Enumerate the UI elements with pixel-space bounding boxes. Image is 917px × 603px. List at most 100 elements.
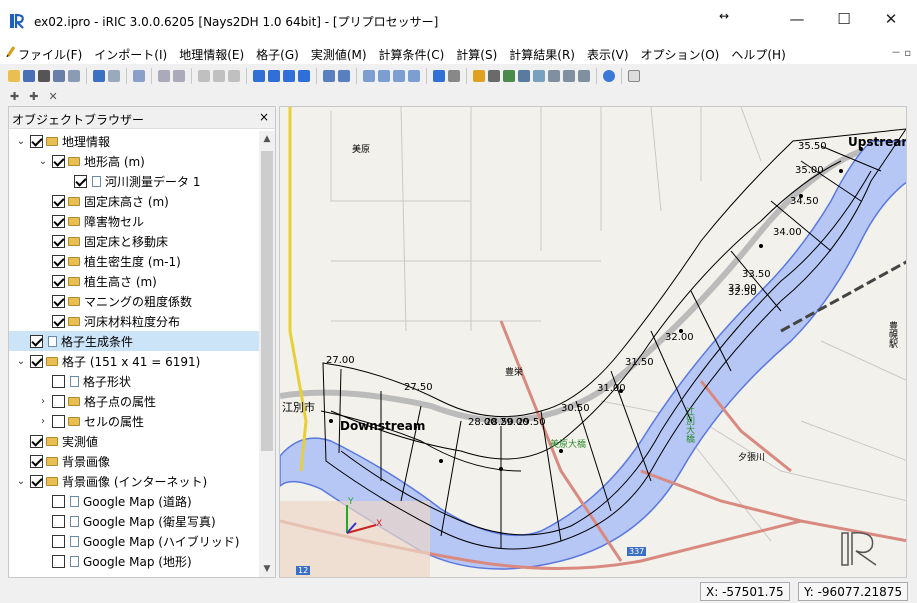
- tree-item[interactable]: › セルの属性: [9, 411, 259, 431]
- save-icon[interactable]: [23, 70, 35, 82]
- tree-checkbox[interactable]: [30, 474, 43, 488]
- tree-item[interactable]: Google Map (衛星写真): [9, 511, 259, 531]
- tree-item[interactable]: 格子生成条件: [9, 331, 259, 351]
- tree-item[interactable]: 植生密生度 (m-1): [9, 251, 259, 271]
- tree-item[interactable]: 固定床高さ (m): [9, 191, 259, 211]
- mdi-window-controls[interactable]: － ▫: [891, 44, 911, 59]
- tree-checkbox[interactable]: [52, 294, 65, 308]
- move-right-icon[interactable]: [268, 70, 280, 82]
- tree-checkbox[interactable]: [52, 154, 65, 168]
- menu-item[interactable]: ファイル(F): [18, 46, 82, 63]
- globe-icon[interactable]: [603, 70, 615, 82]
- tree-checkbox[interactable]: [30, 434, 43, 448]
- menu-item[interactable]: ヘルプ(H): [731, 46, 785, 63]
- add-point-icon[interactable]: ✚: [10, 90, 19, 103]
- zoom-width2-icon[interactable]: [378, 70, 390, 82]
- tree-item[interactable]: ⌄ 格子 (151 x 41 = 6191): [9, 351, 259, 371]
- zoom-out-icon[interactable]: [338, 70, 350, 82]
- tree-item[interactable]: 実測値: [9, 431, 259, 451]
- map-canvas[interactable]: 美原 豊栄 江別市 江別大橋 美原大橋 夕張川 豊幌駅 Upstream Dow…: [279, 106, 907, 578]
- tree-checkbox[interactable]: [52, 494, 65, 508]
- tree-item[interactable]: Google Map (地形): [9, 551, 259, 571]
- tree-item[interactable]: ⌄ 背景画像 (インターネット): [9, 471, 259, 491]
- edit-icon[interactable]: [473, 70, 485, 82]
- tree-checkbox[interactable]: [52, 514, 65, 528]
- menu-item[interactable]: 計算条件(C): [379, 46, 445, 63]
- tree-item[interactable]: ⌄ 地理情報: [9, 131, 259, 151]
- tree-item[interactable]: Google Map (道路): [9, 491, 259, 511]
- tree-item[interactable]: 固定床と移動床: [9, 231, 259, 251]
- tree-checkbox[interactable]: [52, 234, 65, 248]
- tree-item[interactable]: 河床材料粒度分布: [9, 311, 259, 331]
- scroll-up-arrow[interactable]: ▲: [259, 131, 275, 147]
- tree-checkbox[interactable]: [52, 274, 65, 288]
- tree-checkbox[interactable]: [52, 314, 65, 328]
- close-button[interactable]: ✕: [876, 8, 906, 32]
- menu-item[interactable]: インポート(I): [94, 46, 167, 63]
- stop-icon[interactable]: [448, 70, 460, 82]
- remove-point-icon[interactable]: ✕: [48, 90, 57, 103]
- open-folder-icon[interactable]: [8, 70, 20, 82]
- axis-z-icon[interactable]: [228, 70, 240, 82]
- view-3d-icon[interactable]: [173, 70, 185, 82]
- object-browser-close-button[interactable]: ×: [259, 110, 269, 124]
- tree-checkbox[interactable]: [52, 414, 65, 428]
- tree-checkbox[interactable]: [52, 194, 65, 208]
- tree-checkbox[interactable]: [30, 134, 43, 148]
- tree-checkbox[interactable]: [52, 214, 65, 228]
- tree-item[interactable]: ⌄ 地形高 (m): [9, 151, 259, 171]
- tree-item[interactable]: 背景画像: [9, 451, 259, 471]
- expand-down-icon[interactable]: ⌄: [15, 136, 27, 147]
- tree-item[interactable]: › 格子点の属性: [9, 391, 259, 411]
- contour-icon[interactable]: [488, 70, 500, 82]
- object-tree-scrollbar[interactable]: ▲ ▼: [259, 131, 275, 577]
- tree-checkbox[interactable]: [30, 334, 43, 348]
- undo-icon[interactable]: [93, 70, 105, 82]
- menu-item[interactable]: 実測値(M): [311, 46, 367, 63]
- tree-item[interactable]: 障害物セル: [9, 211, 259, 231]
- axis-y-icon[interactable]: [213, 70, 225, 82]
- view-xy-icon[interactable]: [158, 70, 170, 82]
- scroll-thumb[interactable]: [261, 151, 273, 451]
- properties-icon[interactable]: [68, 70, 80, 82]
- maximize-button[interactable]: ☐: [829, 8, 859, 32]
- copy-icon[interactable]: [53, 70, 65, 82]
- tree-checkbox[interactable]: [30, 454, 43, 468]
- graph-icon[interactable]: [548, 70, 560, 82]
- mouse-icon[interactable]: [628, 70, 640, 82]
- tree-item[interactable]: 格子形状: [9, 371, 259, 391]
- tree-item[interactable]: Google Map (ハイブリッド): [9, 531, 259, 551]
- scatter-icon[interactable]: [563, 70, 575, 82]
- move-down-icon[interactable]: [298, 70, 310, 82]
- move-arrows-icon[interactable]: ↔: [719, 9, 729, 23]
- expand-right-icon[interactable]: ›: [37, 416, 49, 427]
- arrow-icon[interactable]: [503, 70, 515, 82]
- expand-down-icon[interactable]: ⌄: [15, 356, 27, 367]
- tree-item[interactable]: 植生高さ (m): [9, 271, 259, 291]
- streamline-icon[interactable]: [533, 70, 545, 82]
- redo-icon[interactable]: [108, 70, 120, 82]
- snapshot-icon[interactable]: [38, 70, 50, 82]
- zoom-in-icon[interactable]: [323, 70, 335, 82]
- menu-item[interactable]: 計算(S): [456, 46, 497, 63]
- tree-checkbox[interactable]: [52, 394, 65, 408]
- tree-item[interactable]: マニングの粗度係数: [9, 291, 259, 311]
- tree-checkbox[interactable]: [52, 254, 65, 268]
- scroll-down-arrow[interactable]: ▼: [259, 561, 275, 577]
- menu-item[interactable]: 計算結果(R): [509, 46, 575, 63]
- tree-checkbox[interactable]: [52, 534, 65, 548]
- move-up-icon[interactable]: [283, 70, 295, 82]
- chart-icon[interactable]: [578, 70, 590, 82]
- tree-checkbox[interactable]: [30, 354, 43, 368]
- zoom-height-icon[interactable]: [393, 70, 405, 82]
- expand-down-icon[interactable]: ⌄: [15, 476, 27, 487]
- menu-item[interactable]: 格子(G): [256, 46, 299, 63]
- axis-x-icon[interactable]: [198, 70, 210, 82]
- menu-item[interactable]: 表示(V): [587, 46, 629, 63]
- minimize-button[interactable]: —: [782, 8, 812, 32]
- tree-checkbox[interactable]: [74, 174, 87, 188]
- zoom-fit-icon[interactable]: [133, 70, 145, 82]
- tree-checkbox[interactable]: [52, 374, 65, 388]
- particle-icon[interactable]: [518, 70, 530, 82]
- zoom-height2-icon[interactable]: [408, 70, 420, 82]
